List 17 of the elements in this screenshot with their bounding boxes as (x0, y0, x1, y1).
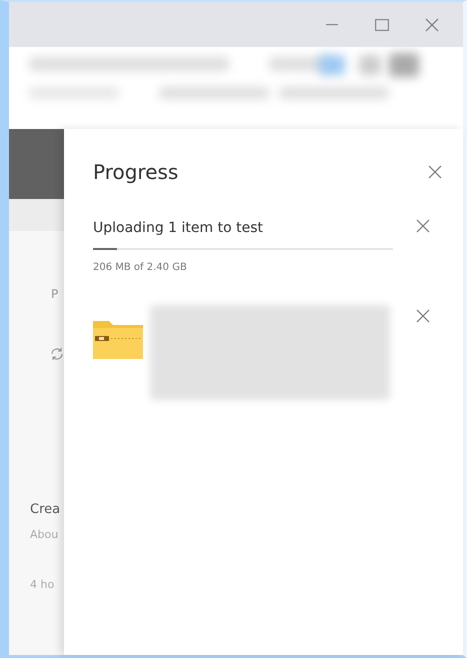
tab-label[interactable]: P (51, 287, 58, 301)
upload-size: 206 MB of 2.40 GB (93, 261, 187, 275)
upload-status: Uploading 1 item to test (93, 219, 263, 238)
close-icon[interactable] (426, 163, 444, 181)
heading-text: Crea (30, 502, 60, 517)
maximize-icon[interactable] (375, 18, 389, 30)
cancel-icon[interactable] (414, 307, 432, 325)
cancel-icon[interactable] (414, 217, 432, 235)
header-bar (9, 129, 64, 199)
zip-folder-icon (93, 319, 143, 359)
panel-title: Progress (93, 159, 178, 186)
blurred-toolbar-item (389, 53, 419, 77)
close-icon[interactable] (425, 18, 439, 32)
blurred-toolbar-item (359, 55, 381, 75)
meta-text: Abou (30, 528, 58, 541)
minimize-icon[interactable] (326, 24, 338, 26)
meta-text: 4 ho (30, 578, 54, 591)
